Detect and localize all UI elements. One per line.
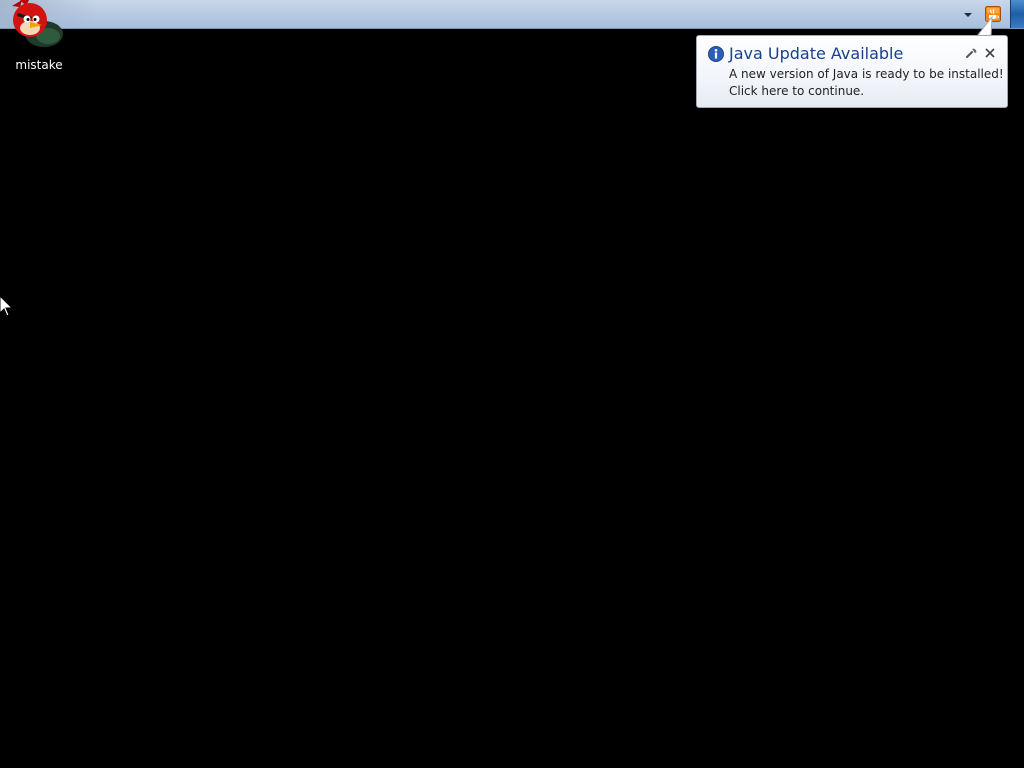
notification-message-line: A new version of Java is ready to be ins…	[729, 67, 1004, 81]
java-update-notification[interactable]: Java Update Available A new version of J…	[696, 35, 1008, 108]
desktop[interactable]: mistake Java Update Available A new vers…	[0, 0, 1024, 768]
taskbar	[0, 0, 1024, 29]
desktop-icon-mistake[interactable]: mistake	[4, 0, 74, 78]
show-desktop-button[interactable]	[1010, 0, 1024, 28]
close-icon	[985, 48, 995, 58]
arrow-cursor-icon	[0, 296, 14, 317]
notification-close-button[interactable]	[983, 45, 997, 59]
notification-message: A new version of Java is ready to be ins…	[729, 66, 1004, 100]
show-hidden-icons-button[interactable]	[961, 9, 975, 21]
info-icon	[708, 46, 724, 62]
notification-options-button[interactable]	[964, 45, 978, 59]
balloon-tail	[975, 15, 993, 37]
notification-message-line: Click here to continue.	[729, 84, 865, 98]
chevron-down-icon	[964, 13, 972, 17]
desktop-icon-label: mistake	[15, 58, 63, 72]
notification-title: Java Update Available	[729, 44, 904, 63]
wrench-icon	[966, 48, 977, 58]
angry-bird-icon	[6, 0, 66, 50]
